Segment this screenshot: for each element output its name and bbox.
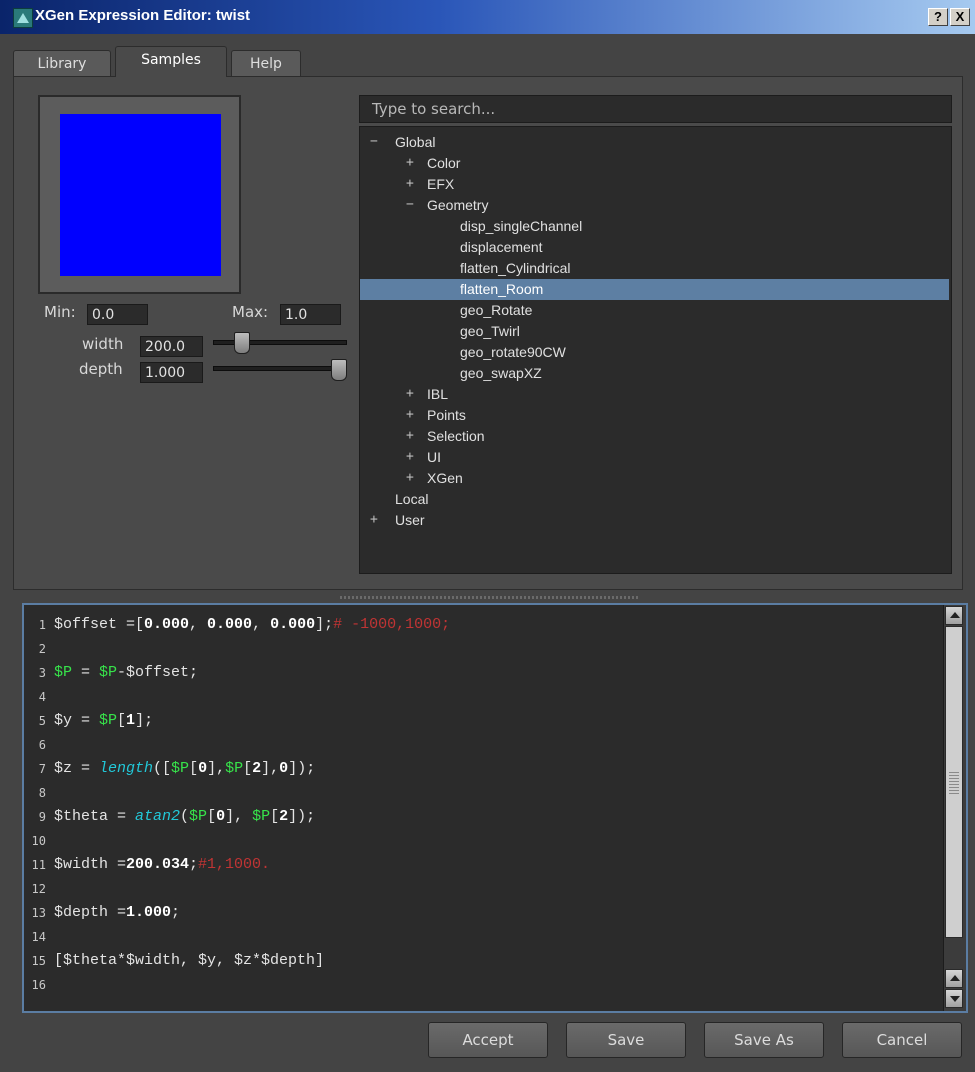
line-number: 12 [31,882,46,896]
tree-node-local[interactable]: Local [360,489,949,510]
save-as-button[interactable]: Save As [704,1022,824,1058]
min-field[interactable]: 0.0 [87,304,148,325]
depth-slider[interactable] [213,366,347,371]
line-number: 7 [38,762,46,776]
tree-item-geo-rotate90cw[interactable]: geo_rotate90CW [360,342,949,363]
tree-node-ibl[interactable]: + IBL [360,384,949,405]
tree-node-color[interactable]: + Color [360,153,949,174]
collapse-icon[interactable]: − [406,195,414,215]
scroll-down-button[interactable] [945,989,963,1008]
line-number: 15 [31,954,46,968]
max-field[interactable]: 1.0 [280,304,341,325]
splitter-handle[interactable] [340,596,640,599]
expand-icon[interactable]: + [406,468,414,488]
tab-samples[interactable]: Samples [115,46,227,77]
code-line-5: $y = $P[1]; [54,712,154,729]
expand-icon[interactable]: + [370,510,378,530]
preview-frame [38,95,241,294]
width-label: width [82,335,124,353]
title-bar[interactable]: XGen Expression Editor: twist ? X [0,0,975,34]
xgen-expression-editor-window: XGen Expression Editor: twist ? X Librar… [0,0,975,1072]
expand-icon[interactable]: + [406,426,414,446]
expand-icon[interactable]: + [406,384,414,404]
search-input[interactable]: Type to search... [359,95,952,123]
depth-field[interactable]: 1.000 [140,362,203,383]
save-button[interactable]: Save [566,1022,686,1058]
line-number: 1 [38,618,46,632]
tree-item-flatten-cylindrical[interactable]: flatten_Cylindrical [360,258,949,279]
depth-slider-handle[interactable] [331,359,347,381]
collapse-icon[interactable]: − [370,132,378,152]
code-line-11: $width =200.034;#1,1000. [54,856,271,873]
width-slider-handle[interactable] [234,332,250,354]
tree-node-selection[interactable]: + Selection [360,426,949,447]
help-button[interactable]: ? [928,8,948,26]
tree-item-flatten-room[interactable]: flatten_Room [360,279,949,300]
xgen-app-icon [13,8,33,28]
line-number: 14 [31,930,46,944]
line-number: 6 [38,738,46,752]
expression-editor[interactable]: 1 2 3 4 5 6 7 8 9 10 11 12 13 14 15 16 $… [22,603,968,1013]
scroll-up-button[interactable] [945,606,963,625]
line-number: 5 [38,714,46,728]
sample-tree: − Global + Color + EFX − Geometry disp_singl… [359,126,952,574]
tab-bar: Library Samples Help [13,46,963,77]
line-number: 11 [31,858,46,872]
line-number: 8 [38,786,46,800]
tree-item-geo-twirl[interactable]: geo_Twirl [360,321,949,342]
line-number: 16 [31,978,46,992]
cancel-button[interactable]: Cancel [842,1022,962,1058]
tree-node-points[interactable]: + Points [360,405,949,426]
tree-item-geo-swapxz[interactable]: geo_swapXZ [360,363,949,384]
tree-node-global[interactable]: − Global [360,132,949,153]
window-title: XGen Expression Editor: twist [35,7,251,24]
expand-icon[interactable]: + [406,405,414,425]
tree-node-xgen[interactable]: + XGen [360,468,949,489]
code-line-13: $depth =1.000; [54,904,181,921]
tree-node-user[interactable]: + User [360,510,949,531]
line-number: 13 [31,906,46,920]
line-number: 2 [38,642,46,656]
accept-button[interactable]: Accept [428,1022,548,1058]
arrow-up-icon [950,612,960,618]
tree-node-efx[interactable]: + EFX [360,174,949,195]
expand-icon[interactable]: + [406,447,414,467]
tree-item-disp-singlechannel[interactable]: disp_singleChannel [360,216,949,237]
tree-node-geometry[interactable]: − Geometry [360,195,949,216]
grip-icon [949,772,959,794]
scroll-up-button-lower[interactable] [945,969,963,988]
code-line-1: $offset =[0.000, 0.000, 0.000];# -1000,1… [54,616,451,633]
width-field[interactable]: 200.0 [140,336,203,357]
arrow-down-icon [950,996,960,1002]
code-line-15: [$theta*$width, $y, $z*$depth] [54,952,325,969]
code-line-9: $theta = atan2($P[0], $P[2]); [54,808,316,825]
scrollbar-thumb[interactable] [945,626,963,938]
line-number: 4 [38,690,46,704]
tree-item-displacement[interactable]: displacement [360,237,949,258]
line-number: 10 [31,834,46,848]
expand-icon[interactable]: + [406,153,414,173]
tab-library[interactable]: Library [13,50,111,76]
arrow-up-icon [950,975,960,981]
tab-help[interactable]: Help [231,50,301,76]
tree-item-geo-rotate[interactable]: geo_Rotate [360,300,949,321]
line-number: 3 [38,666,46,680]
expand-icon[interactable]: + [406,174,414,194]
min-label: Min: [44,303,76,321]
max-label: Max: [232,303,269,321]
preview-swatch [60,114,221,276]
editor-scrollbar[interactable] [943,605,966,1011]
code-line-7: $z = length([$P[0],$P[2],0]); [54,760,316,777]
tree-node-ui[interactable]: + UI [360,447,949,468]
depth-label: depth [79,360,123,378]
code-line-3: $P = $P-$offset; [54,664,199,681]
close-button[interactable]: X [950,8,970,26]
line-number: 9 [38,810,46,824]
